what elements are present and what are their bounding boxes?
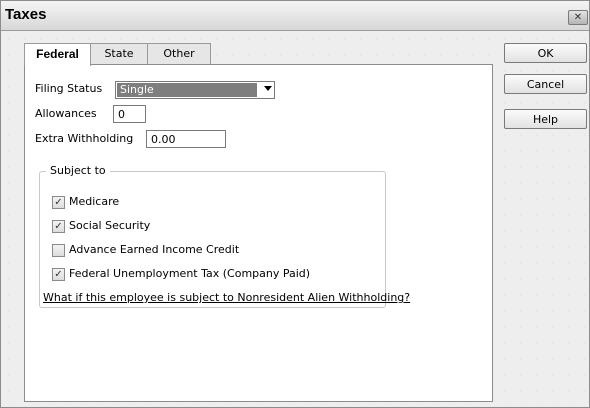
close-icon: ✕ — [573, 12, 583, 23]
allowances-label: Allowances — [35, 107, 97, 120]
futa-label: Federal Unemployment Tax (Company Paid) — [69, 267, 311, 280]
medicare-checkbox[interactable]: ✓ — [52, 196, 65, 209]
advance-eic-label: Advance Earned Income Credit — [69, 243, 240, 256]
subject-to-group: Subject to ✓ Medicare ✓ Social Security … — [39, 164, 386, 308]
dialog-title: Taxes — [5, 6, 47, 23]
tab-federal[interactable]: Federal — [24, 43, 91, 66]
social-security-checkbox[interactable]: ✓ — [52, 220, 65, 233]
tab-state[interactable]: State — [88, 43, 150, 65]
help-button[interactable]: Help — [504, 109, 587, 129]
checkmark-icon: ✓ — [54, 221, 63, 232]
extra-withholding-input[interactable]: 0.00 — [146, 130, 226, 148]
chevron-down-icon[interactable] — [264, 86, 272, 91]
futa-checkbox[interactable]: ✓ — [52, 268, 65, 281]
allowances-input[interactable]: 0 — [113, 105, 146, 123]
cancel-button[interactable]: Cancel — [504, 74, 587, 94]
filing-status-select[interactable]: Single — [115, 81, 275, 99]
federal-tab-panel: Filing Status Single Allowances 0 Extra … — [24, 64, 493, 402]
checkmark-icon: ✓ — [54, 197, 63, 208]
advance-eic-checkbox[interactable] — [52, 244, 65, 257]
title-bar: Taxes ✕ — [1, 1, 589, 31]
extra-withholding-label: Extra Withholding — [35, 132, 134, 145]
close-button[interactable]: ✕ — [568, 10, 588, 25]
ok-button[interactable]: OK — [504, 43, 587, 63]
subject-to-title: Subject to — [46, 164, 110, 177]
tab-other[interactable]: Other — [147, 43, 211, 65]
nonresident-alien-link[interactable]: What if this employee is subject to Nonr… — [43, 291, 410, 304]
filing-status-label: Filing Status — [35, 82, 103, 95]
medicare-label: Medicare — [69, 195, 120, 208]
filing-status-value: Single — [117, 83, 257, 97]
checkmark-icon: ✓ — [54, 269, 63, 280]
social-security-label: Social Security — [69, 219, 151, 232]
taxes-dialog: Taxes ✕ Federal State Other Filing Statu… — [0, 0, 590, 408]
